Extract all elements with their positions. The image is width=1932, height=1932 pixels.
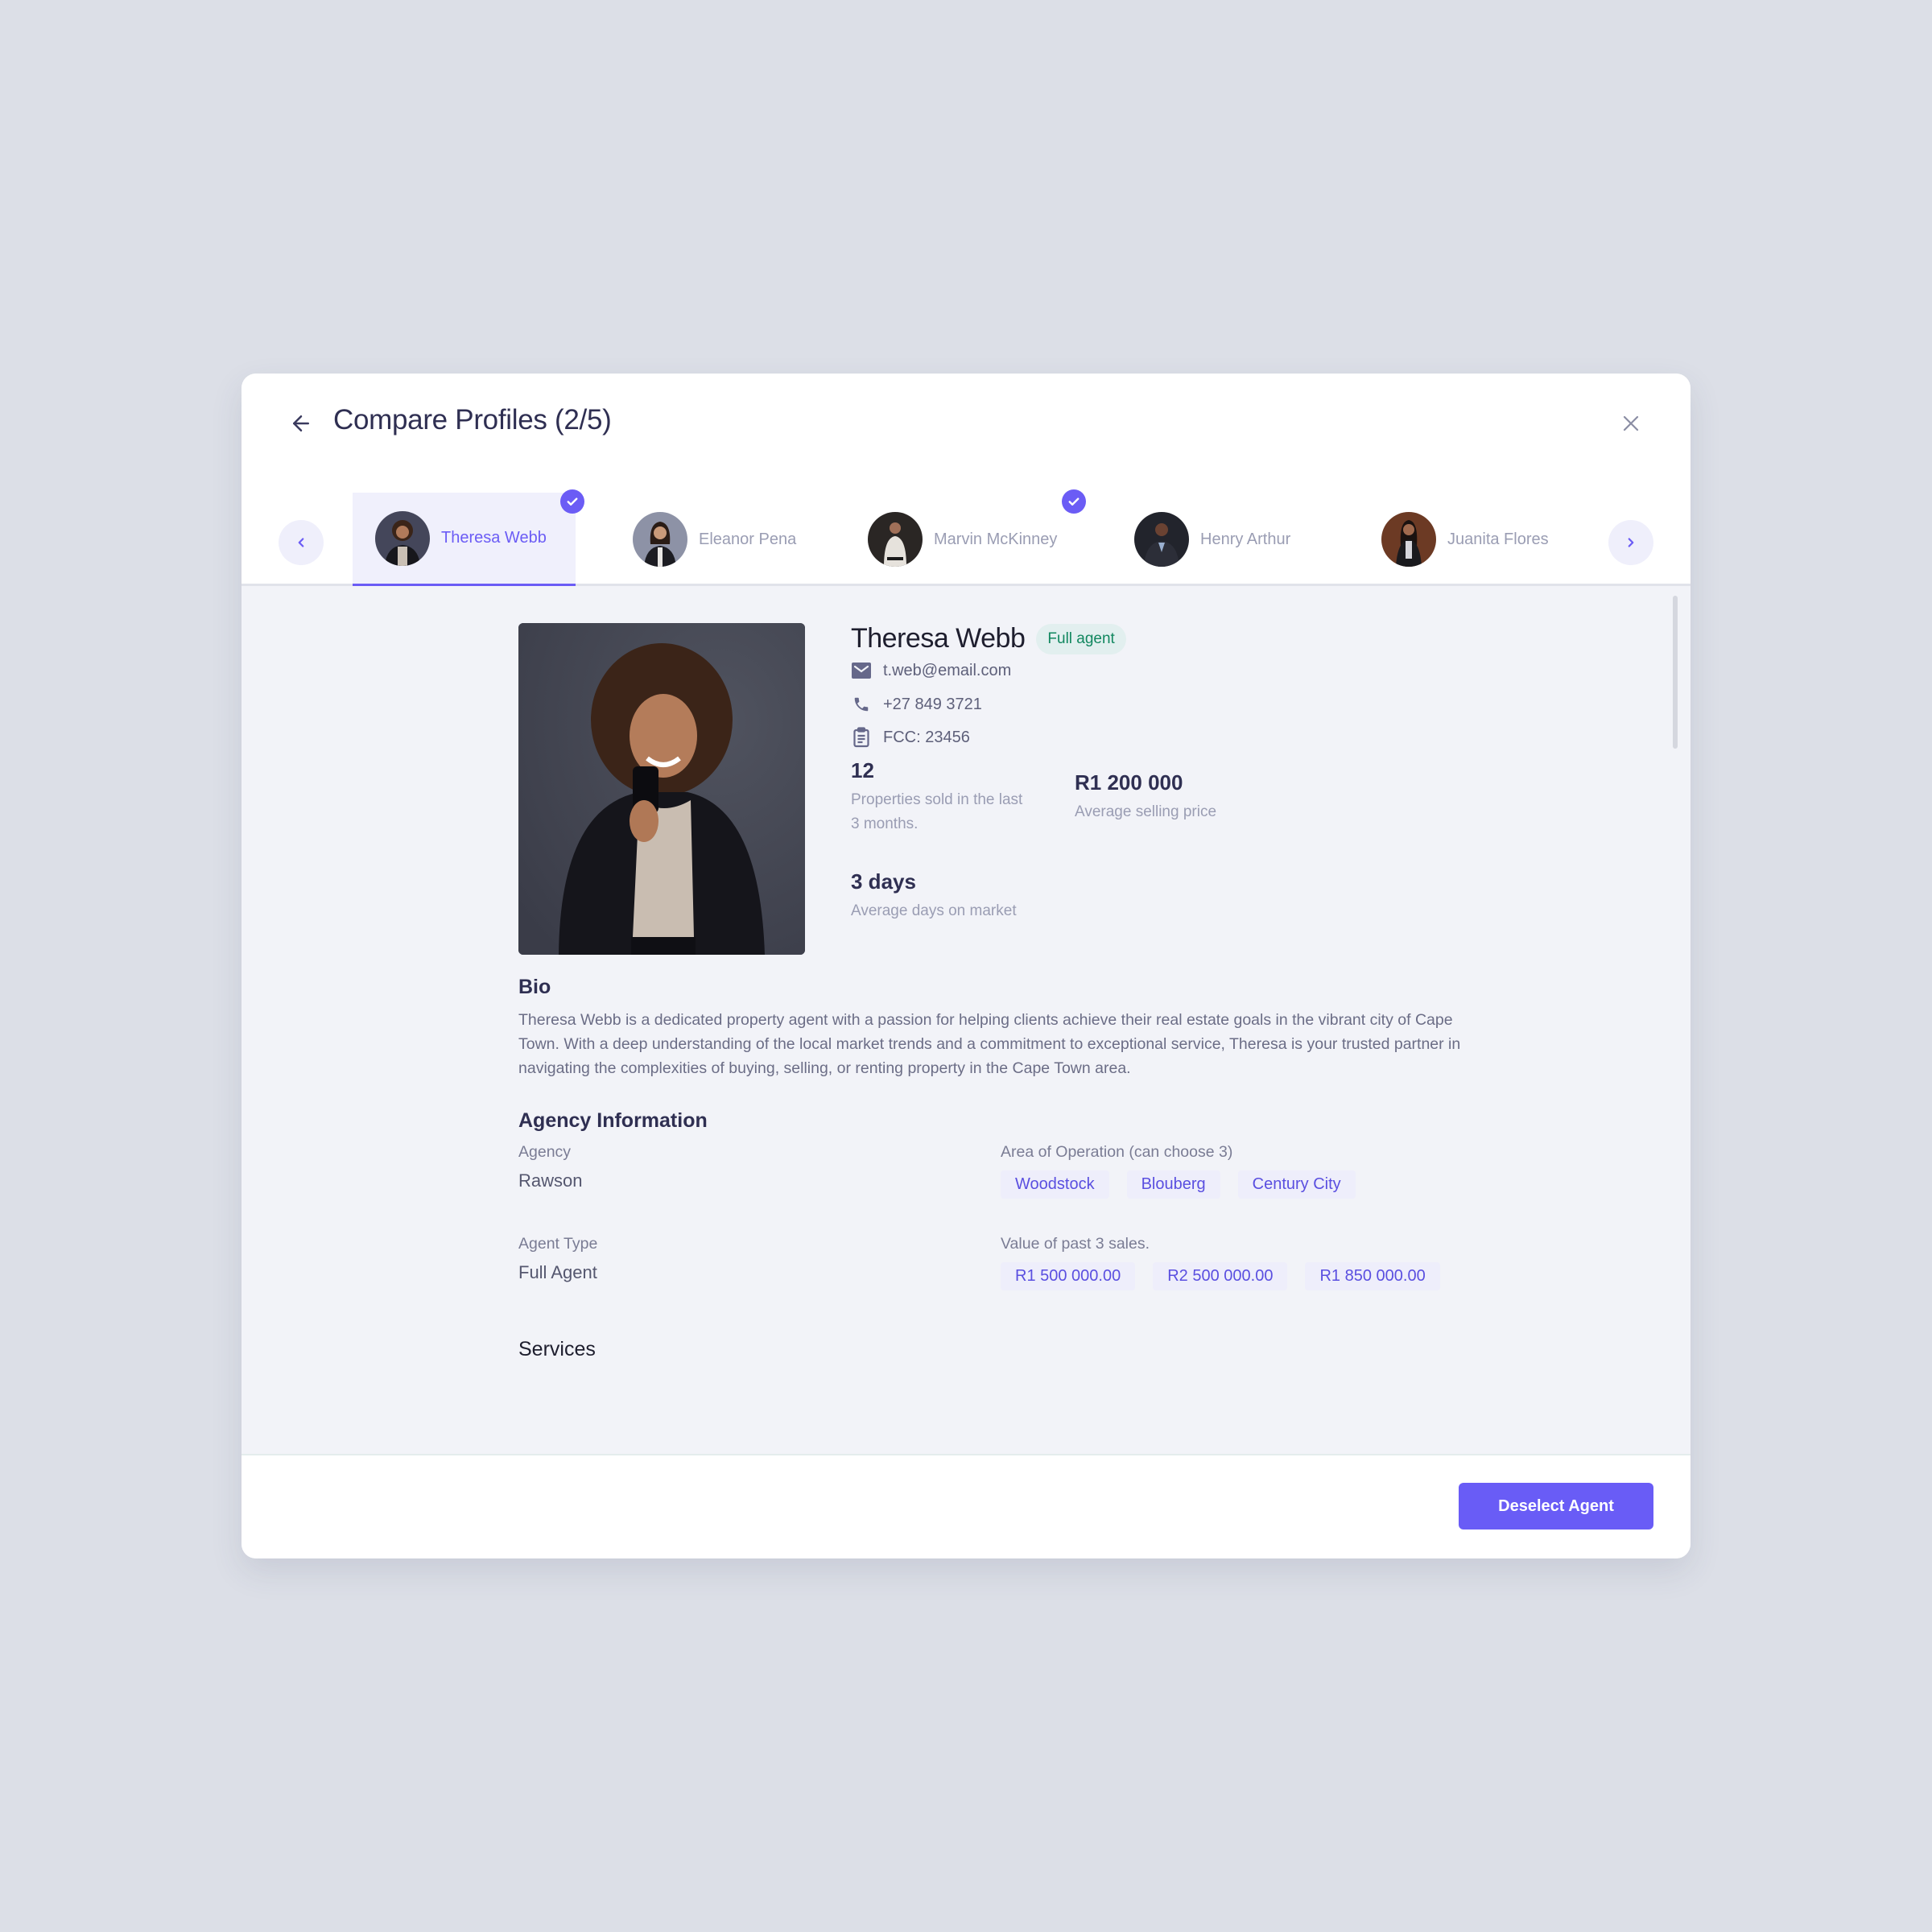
tab-label: Eleanor Pena xyxy=(699,530,797,548)
email-text[interactable]: t.web@email.com xyxy=(883,662,1011,680)
tab-label: Marvin McKinney xyxy=(934,530,1058,548)
sale-chip: R1 500 000.00 xyxy=(1001,1262,1136,1290)
previous-agents-button[interactable] xyxy=(279,520,324,565)
tab-eleanor-pena[interactable]: Eleanor Pena xyxy=(633,493,796,586)
chevron-right-icon xyxy=(1628,538,1634,547)
tab-marvin-mckinney[interactable]: Marvin McKinney xyxy=(868,493,1057,586)
mail-icon xyxy=(851,660,872,681)
agent-type-label: Agent Type xyxy=(518,1235,598,1253)
tab-label: Theresa Webb xyxy=(441,529,547,547)
modal-footer: Deselect Agent xyxy=(242,1454,1690,1558)
tab-theresa-webb[interactable]: Theresa Webb xyxy=(353,493,576,586)
profile-content: Theresa Webb Full agent t.web@email.com … xyxy=(242,586,1690,1454)
avatar xyxy=(1134,512,1189,567)
sale-chip: R1 850 000.00 xyxy=(1305,1262,1440,1290)
stat-label: Average days on market xyxy=(851,902,1017,919)
stat-label: Properties sold in the last 3 months. xyxy=(851,791,1023,832)
stat-value: R1 200 000 xyxy=(1075,770,1183,795)
deselect-agent-button[interactable]: Deselect Agent xyxy=(1459,1483,1653,1530)
services-heading: Services xyxy=(518,1338,596,1360)
stat-properties-sold: 12 Properties sold in the last 3 months. xyxy=(851,758,1060,836)
agent-photo xyxy=(518,623,805,955)
avatar xyxy=(868,512,923,567)
avatar xyxy=(1381,512,1436,567)
agency-label: Agency xyxy=(518,1143,572,1161)
modal-header: Compare Profiles (2/5) Theresa Webb Elea… xyxy=(242,374,1690,586)
tab-label: Juanita Flores xyxy=(1447,530,1549,548)
agent-type-badge: Full agent xyxy=(1036,623,1126,654)
arrow-left-icon xyxy=(293,415,309,431)
agent-name-row: Theresa Webb Full agent xyxy=(851,623,1126,654)
phone-row: +27 849 3721 xyxy=(851,694,982,715)
clipboard-icon xyxy=(851,727,872,748)
tab-juanita-flores[interactable]: Juanita Flores xyxy=(1381,493,1549,586)
agent-type-value: Full Agent xyxy=(518,1262,597,1282)
selected-check-icon xyxy=(560,489,584,514)
stat-value: 12 xyxy=(851,758,874,782)
close-button[interactable] xyxy=(1615,407,1647,440)
email-row: t.web@email.com xyxy=(851,660,1011,681)
next-agents-button[interactable] xyxy=(1608,520,1653,565)
tab-henry-arthur[interactable]: Henry Arthur xyxy=(1134,493,1290,586)
compare-profiles-modal: Compare Profiles (2/5) Theresa Webb Elea… xyxy=(242,374,1690,1558)
avatar xyxy=(633,512,687,567)
phone-icon xyxy=(851,694,872,715)
page-title: Compare Profiles (2/5) xyxy=(333,404,612,436)
agent-name: Theresa Webb xyxy=(851,623,1026,654)
fcc-text: FCC: 23456 xyxy=(883,728,970,746)
stat-avg-days: 3 days Average days on market xyxy=(851,869,1017,923)
close-icon xyxy=(1623,415,1639,431)
selected-check-icon xyxy=(1062,489,1086,514)
stat-value: 3 days xyxy=(851,869,916,894)
sale-chip: R2 500 000.00 xyxy=(1153,1262,1288,1290)
area-label: Area of Operation (can choose 3) xyxy=(1001,1143,1233,1161)
area-chips: Woodstock Blouberg Century City xyxy=(1001,1170,1356,1199)
back-button[interactable] xyxy=(285,407,317,440)
bio-text: Theresa Webb is a dedicated property age… xyxy=(518,1011,1461,1077)
agent-tabs: Theresa Webb Eleanor Pena Marvin McKinne… xyxy=(242,489,1690,586)
agency-value: Rawson xyxy=(518,1170,583,1191)
stat-label: Average selling price xyxy=(1075,803,1217,820)
chevron-left-icon xyxy=(298,538,304,547)
agency-heading: Agency Information xyxy=(518,1109,708,1132)
avatar xyxy=(375,510,430,566)
bio-heading: Bio xyxy=(518,976,551,998)
tab-label: Henry Arthur xyxy=(1200,530,1291,548)
stat-avg-price: R1 200 000 Average selling price xyxy=(1075,770,1216,824)
sales-chips: R1 500 000.00 R2 500 000.00 R1 850 000.0… xyxy=(1001,1262,1440,1290)
area-chip: Blouberg xyxy=(1126,1170,1220,1199)
area-chip: Woodstock xyxy=(1001,1170,1109,1199)
scrollbar[interactable] xyxy=(1673,596,1678,749)
phone-text[interactable]: +27 849 3721 xyxy=(883,696,982,714)
sales-label: Value of past 3 sales. xyxy=(1001,1235,1150,1253)
area-chip: Century City xyxy=(1237,1170,1356,1199)
fcc-row: FCC: 23456 xyxy=(851,727,970,748)
